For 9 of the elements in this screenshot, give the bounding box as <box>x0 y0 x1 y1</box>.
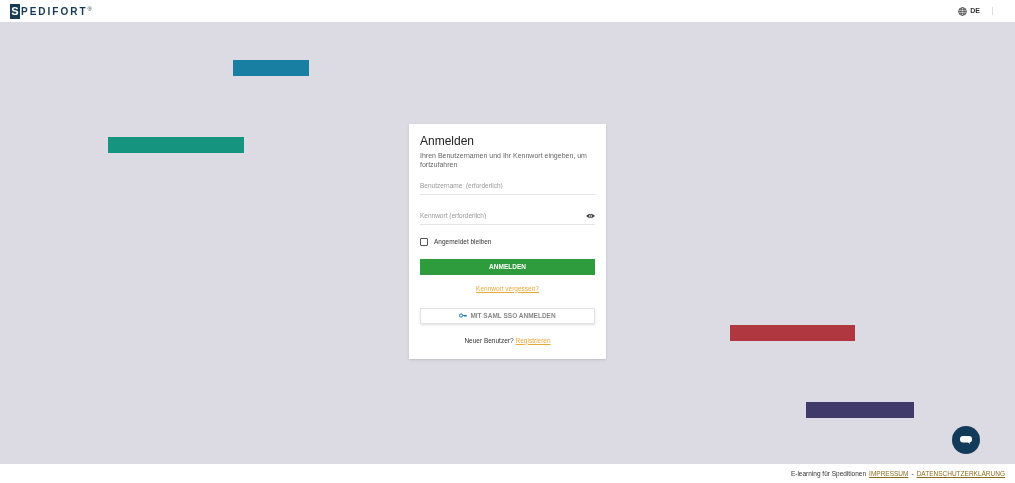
chat-icon <box>960 435 972 445</box>
login-title: Anmelden <box>420 134 476 148</box>
logo-text: PEDIFORT <box>21 4 88 19</box>
chat-button[interactable] <box>952 426 980 454</box>
checkbox[interactable] <box>420 237 428 246</box>
key-icon <box>459 313 468 318</box>
eye-icon[interactable] <box>586 212 595 219</box>
globe-icon <box>958 6 968 16</box>
logo-mark: S <box>10 3 20 19</box>
